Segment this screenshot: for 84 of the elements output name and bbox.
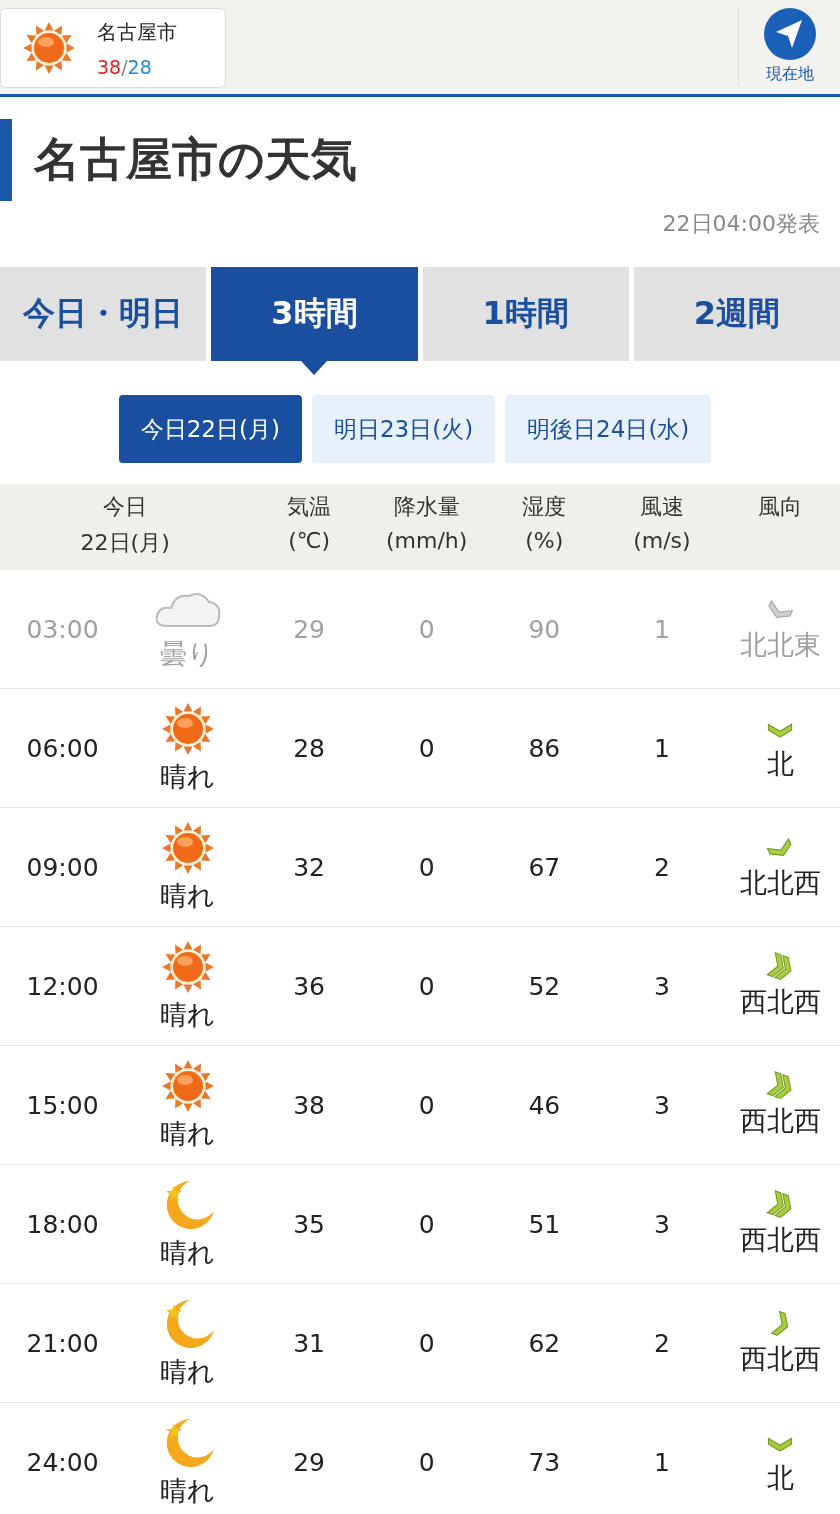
precipitation-cell-text: 0: [417, 1209, 436, 1239]
weather-label: 晴れ: [160, 760, 216, 794]
weather-label: 晴れ: [160, 998, 216, 1032]
temperature-cell-text: 29: [292, 1447, 326, 1477]
temperature-cell-text: 36: [292, 971, 326, 1001]
precipitation-cell-text: 0: [417, 614, 436, 644]
time-cell-text: 09:00: [25, 852, 100, 882]
humidity-cell-text: 90: [527, 614, 562, 644]
wind-speed-cell-text: 1: [652, 1447, 671, 1477]
temp-separator: /: [121, 55, 128, 78]
weather-label: 晴れ: [160, 879, 216, 913]
column-header: 降水量: [393, 493, 460, 521]
wind-direction: 西北西: [739, 985, 821, 1019]
humidity-cell-text: 62: [527, 1328, 562, 1358]
column-header: (%): [525, 528, 564, 553]
precipitation-cell-text: 0: [417, 971, 436, 1001]
wind-speed-cell-text: 3: [652, 1209, 671, 1239]
column-header: 湿度: [522, 493, 567, 521]
column-header: (mm/h): [386, 528, 468, 553]
humidity-cell-text: 52: [527, 971, 562, 1001]
low-temp: 28: [127, 55, 152, 78]
wind-speed-cell-text: 1: [652, 733, 671, 763]
published-time: 22日04:00発表: [662, 211, 820, 236]
wind-speed-cell-text: 3: [652, 971, 671, 1001]
forecast-tab[interactable]: 1時間: [422, 267, 629, 361]
weather-label: 晴れ: [160, 1474, 216, 1508]
temperature-cell-text: 38: [292, 1090, 326, 1120]
precipitation-cell-text: 0: [417, 1447, 436, 1477]
column-header: (m/s): [633, 528, 691, 553]
humidity-cell-text: 51: [527, 1209, 562, 1239]
weather-label: 曇り: [160, 637, 216, 671]
column-header: 気温: [287, 493, 332, 521]
column-header: 風向: [758, 493, 803, 521]
column-header: 風速: [639, 493, 684, 521]
precipitation-cell-text: 0: [417, 1090, 436, 1120]
day-tab[interactable]: 明日23日(火): [311, 395, 496, 463]
time-cell-text: 06:00: [25, 733, 100, 763]
time-cell-text: 15:00: [25, 1090, 100, 1120]
precipitation-cell-text: 0: [417, 733, 436, 763]
day-tab[interactable]: 明後日24日(水): [505, 395, 712, 463]
time-cell-text: 24:00: [25, 1447, 100, 1477]
weather-label: 晴れ: [160, 1355, 216, 1389]
humidity-cell-text: 67: [527, 852, 562, 882]
precipitation-cell-text: 0: [417, 852, 436, 882]
precipitation-cell-text: 0: [417, 1328, 436, 1358]
temperature-cell-text: 35: [292, 1209, 326, 1239]
tab-pointer: [301, 361, 328, 375]
wind-direction: 北: [766, 747, 794, 781]
time-cell-text: 12:00: [25, 971, 100, 1001]
temperature-cell-text: 29: [292, 614, 326, 644]
sun-icon: [21, 20, 77, 76]
wind-direction: 北北東: [739, 628, 821, 662]
time-cell-text: 03:00: [25, 614, 100, 644]
weather-label: 晴れ: [160, 1117, 216, 1151]
forecast-tab[interactable]: 今日・明日: [0, 267, 207, 361]
forecast-tab[interactable]: 2週間: [633, 267, 840, 361]
column-header: (℃): [288, 528, 331, 553]
temperature-cell-text: 28: [292, 733, 326, 763]
humidity-cell-text: 86: [527, 733, 562, 763]
column-header: 今日: [103, 493, 148, 521]
city-card[interactable]: 名古屋市 38/28: [0, 8, 226, 88]
wind-speed-cell-text: 2: [652, 852, 671, 882]
wind-direction: 西北西: [739, 1104, 821, 1138]
wind-speed-cell-text: 1: [652, 614, 671, 644]
time-cell-text: 21:00: [25, 1328, 100, 1358]
wind-speed-cell-text: 2: [652, 1328, 671, 1358]
wind-direction: 北: [766, 1461, 794, 1495]
wind-direction: 西北西: [739, 1342, 821, 1376]
weather-label: 晴れ: [160, 1236, 216, 1270]
column-header: 22日(月): [80, 529, 170, 557]
humidity-cell-text: 73: [527, 1447, 562, 1477]
temperature-cell-text: 31: [292, 1328, 326, 1358]
day-tab[interactable]: 今日22日(月): [118, 395, 302, 463]
wind-direction: 西北西: [739, 1223, 821, 1257]
temperature-cell-text: 32: [292, 852, 326, 882]
wind-direction: 北北西: [739, 866, 821, 900]
time-cell-text: 18:00: [25, 1209, 100, 1239]
wind-speed-cell-text: 3: [652, 1090, 671, 1120]
current-location-button[interactable]: 現在地: [738, 8, 840, 86]
humidity-cell-text: 46: [527, 1090, 562, 1120]
high-temp: 38: [97, 55, 122, 78]
city-name: 名古屋市: [97, 18, 177, 46]
page-title: 名古屋市の天気: [34, 131, 357, 188]
forecast-tab[interactable]: 3時間: [211, 267, 418, 361]
